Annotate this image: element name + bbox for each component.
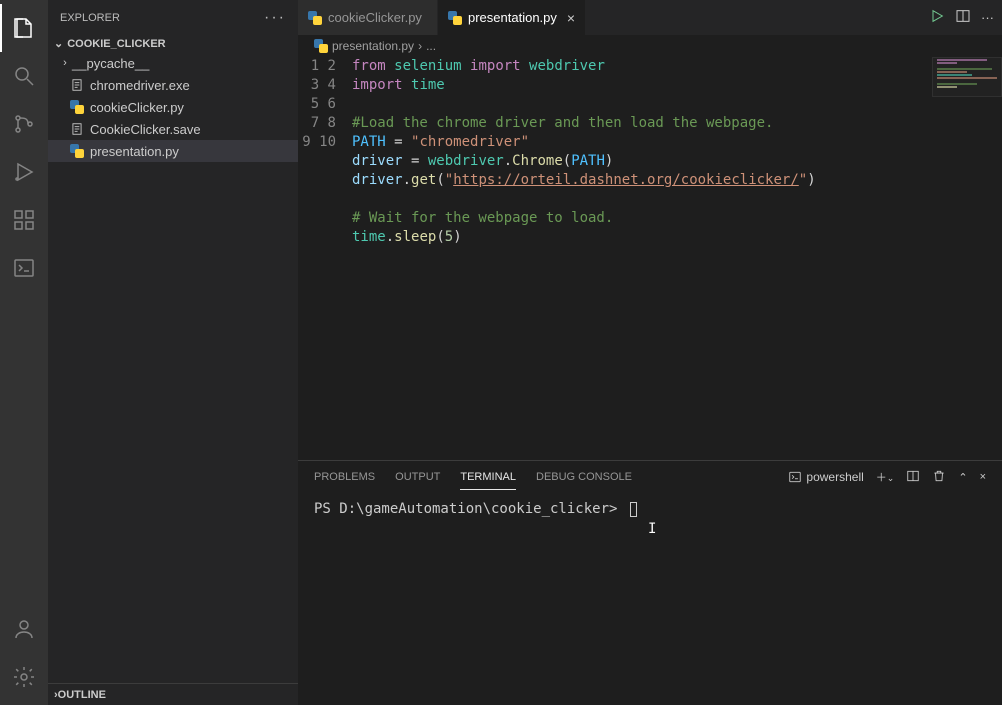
python-file-icon xyxy=(314,39,328,53)
run-debug-activity-icon[interactable] xyxy=(0,148,48,196)
terminal-shell-selector[interactable]: powershell xyxy=(788,470,863,484)
accounts-activity-icon[interactable] xyxy=(0,605,48,653)
tree-file-cookieclicker-save[interactable]: CookieClicker.save xyxy=(48,118,298,140)
search-activity-icon[interactable] xyxy=(0,52,48,100)
tree-item-label: __pycache__ xyxy=(72,56,149,71)
new-terminal-icon[interactable]: ＋⌄ xyxy=(876,469,895,485)
outline-section-header[interactable]: › OUTLINE xyxy=(48,683,298,705)
explorer-activity-icon[interactable] xyxy=(0,4,48,52)
close-panel-icon[interactable]: × xyxy=(980,471,986,483)
tree-item-label: presentation.py xyxy=(90,144,179,159)
editor-more-icon[interactable]: ··· xyxy=(981,10,994,25)
tree-file-chromedriver[interactable]: chromedriver.exe xyxy=(48,74,298,96)
settings-activity-icon[interactable] xyxy=(0,653,48,701)
source-control-activity-icon[interactable] xyxy=(0,100,48,148)
kill-terminal-icon[interactable] xyxy=(932,469,946,486)
file-icon xyxy=(68,78,86,92)
terminal-prompt: PS D:\gameAutomation\cookie_clicker> xyxy=(314,501,617,517)
python-file-icon xyxy=(68,100,86,114)
bottom-panel: PROBLEMS OUTPUT TERMINAL DEBUG CONSOLE p… xyxy=(298,460,1002,705)
tab-bar: cookieClicker.py presentation.py × ··· xyxy=(298,0,1002,35)
terminal[interactable]: PS D:\gameAutomation\cookie_clicker> I xyxy=(298,493,1002,705)
split-editor-icon[interactable] xyxy=(955,8,971,27)
split-terminal-icon[interactable] xyxy=(906,469,920,486)
tab-presentation[interactable]: presentation.py × xyxy=(438,0,586,35)
text-cursor-icon: I xyxy=(648,521,649,538)
panel-tab-problems[interactable]: PROBLEMS xyxy=(314,465,375,489)
breadcrumb[interactable]: presentation.py › ... xyxy=(298,35,1002,57)
maximize-panel-icon[interactable]: ⌃ xyxy=(958,471,967,484)
panel-tab-debug-console[interactable]: DEBUG CONSOLE xyxy=(536,465,632,489)
outline-label: OUTLINE xyxy=(58,689,106,701)
run-file-icon[interactable] xyxy=(929,8,945,27)
breadcrumb-file: presentation.py xyxy=(332,39,414,53)
close-tab-icon[interactable]: × xyxy=(557,10,575,26)
tree-item-label: CookieClicker.save xyxy=(90,122,201,137)
terminal-activity-icon[interactable] xyxy=(0,244,48,292)
tree-item-label: cookieClicker.py xyxy=(90,100,184,115)
tree-item-label: chromedriver.exe xyxy=(90,78,190,93)
code-content[interactable]: from selenium import webdriver import ti… xyxy=(352,57,1002,460)
panel-tab-terminal[interactable]: TERMINAL xyxy=(460,465,516,490)
sidebar-more-icon[interactable]: ··· xyxy=(264,9,286,27)
breadcrumb-ellipsis: ... xyxy=(426,39,436,53)
file-icon xyxy=(68,122,86,136)
tab-label: cookieClicker.py xyxy=(328,10,422,25)
python-file-icon xyxy=(308,11,322,25)
sidebar-title: EXPLORER xyxy=(60,12,120,24)
chevron-right-icon: › xyxy=(58,57,72,69)
extensions-activity-icon[interactable] xyxy=(0,196,48,244)
workspace-folder-name: COOKIE_CLICKER xyxy=(67,38,165,50)
code-editor[interactable]: 1 2 3 4 5 6 7 8 9 10 from selenium impor… xyxy=(298,57,1002,460)
chevron-down-icon: ⌄ xyxy=(54,37,63,50)
minimap[interactable] xyxy=(932,57,1002,97)
editor-area: cookieClicker.py presentation.py × ··· p… xyxy=(298,0,1002,705)
python-file-icon xyxy=(448,11,462,25)
panel-tab-output[interactable]: OUTPUT xyxy=(395,465,440,489)
tree-folder-pycache[interactable]: › __pycache__ xyxy=(48,52,298,74)
shell-name: powershell xyxy=(806,470,863,484)
tab-cookieclicker[interactable]: cookieClicker.py xyxy=(298,0,438,35)
tree-file-presentation-py[interactable]: presentation.py xyxy=(48,140,298,162)
chevron-right-icon: › xyxy=(418,39,422,53)
line-number-gutter: 1 2 3 4 5 6 7 8 9 10 xyxy=(298,57,352,460)
explorer-sidebar: EXPLORER ··· ⌄ COOKIE_CLICKER › __pycach… xyxy=(48,0,298,705)
tree-file-cookieclicker-py[interactable]: cookieClicker.py xyxy=(48,96,298,118)
tab-label: presentation.py xyxy=(468,10,557,25)
terminal-cursor xyxy=(630,502,637,517)
activity-bar xyxy=(0,0,48,705)
python-file-icon xyxy=(68,144,86,158)
workspace-folder-header[interactable]: ⌄ COOKIE_CLICKER xyxy=(48,35,298,52)
